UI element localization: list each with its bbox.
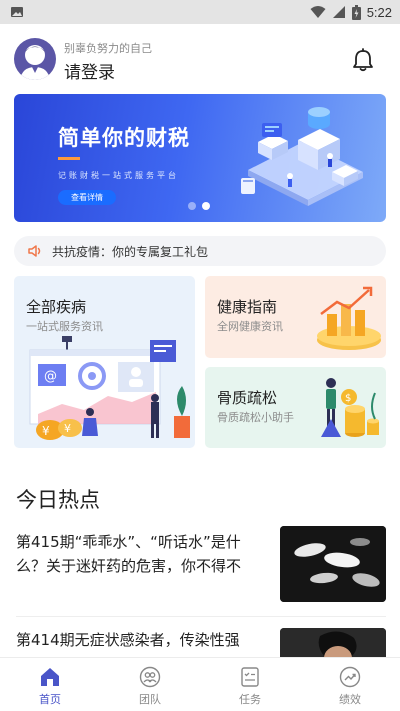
tab-label: 绩效	[339, 693, 361, 706]
hot-section-title: 今日热点	[16, 488, 100, 512]
avatar[interactable]	[14, 38, 56, 80]
team-icon	[139, 666, 161, 688]
online-service-illustration: @ ¥ ¥	[29, 336, 190, 440]
status-bar: 5:22	[0, 0, 400, 24]
card-all-diseases[interactable]: 全部疾病 一站式服务资讯 @ ¥ ¥	[14, 276, 195, 448]
tab-performance[interactable]: 绩效	[300, 658, 400, 711]
card-title: 全部疾病	[26, 298, 87, 316]
svg-text:¥: ¥	[42, 424, 50, 438]
user-avatar-icon	[20, 45, 50, 80]
banner-title: 简单你的财税	[58, 126, 190, 150]
person-with-coins-icon: $	[321, 378, 379, 437]
tab-team[interactable]: 团队	[100, 658, 200, 711]
wifi-icon	[310, 6, 326, 18]
card-title: 骨质疏松	[217, 389, 278, 407]
svg-text:$: $	[345, 393, 351, 404]
news-title: 第415期“乖乖水”、“听话水”是什么？关于迷奸药的危害，你不得不	[16, 533, 242, 575]
home-icon	[41, 668, 59, 686]
card-subtitle: 全网健康资讯	[217, 320, 283, 333]
tab-label: 团队	[139, 693, 161, 706]
card-subtitle: 一站式服务资讯	[26, 320, 103, 333]
login-link[interactable]: 请登录	[64, 58, 115, 83]
notice-text: 共抗疫情：你的专属复工礼包	[52, 245, 209, 259]
banner-subtitle: 记账财税一站式服务平台	[58, 171, 179, 180]
tab-home[interactable]: 首页	[0, 658, 100, 711]
svg-text:¥: ¥	[64, 422, 71, 435]
banner-dot[interactable]	[188, 202, 196, 210]
news-thumbnail	[280, 526, 386, 602]
performance-icon	[339, 666, 361, 688]
tab-label: 任务	[239, 693, 261, 706]
pills-photo	[280, 526, 386, 602]
card-osteoporosis[interactable]: 骨质疏松 骨质疏松小助手 $	[205, 367, 386, 448]
bar-chart-growth-icon	[317, 286, 381, 350]
notice-bar[interactable]: 共抗疫情：你的专属复工礼包	[14, 236, 386, 266]
tab-tasks[interactable]: 任务	[200, 658, 300, 711]
svg-text:@: @	[44, 369, 57, 384]
banner-pagination	[188, 202, 210, 210]
tab-label: 首页	[39, 693, 61, 706]
card-title: 健康指南	[217, 298, 278, 316]
promo-banner[interactable]: 简单你的财税 记账财税一站式服务平台 查看详情	[14, 94, 386, 222]
motto-text: 别辜负努力的自己	[64, 42, 152, 55]
bell-icon[interactable]	[352, 48, 374, 72]
task-icon	[241, 667, 259, 687]
banner-detail-button[interactable]: 查看详情	[58, 190, 116, 205]
speaker-icon	[28, 245, 41, 257]
battery-icon	[351, 4, 361, 20]
user-header: 别辜负努力的自己 请登录	[0, 36, 400, 86]
banner-divider	[58, 157, 80, 160]
status-time: 5:22	[366, 4, 392, 20]
news-title: 第414期无症状感染者，传染性强	[16, 631, 240, 649]
card-health-guide[interactable]: 健康指南 全网健康资讯	[205, 276, 386, 358]
image-icon	[11, 7, 23, 17]
divider	[16, 616, 386, 617]
news-item[interactable]: 第415期“乖乖水”、“听话水”是什么？关于迷奸药的危害，你不得不	[16, 526, 386, 606]
signal-icon	[332, 6, 345, 18]
banner-dot-active[interactable]	[202, 202, 210, 210]
bottom-tab-bar: 首页 团队 任务 绩效	[0, 657, 400, 711]
isometric-finance-illustration	[241, 107, 363, 206]
card-subtitle: 骨质疏松小助手	[217, 411, 294, 424]
